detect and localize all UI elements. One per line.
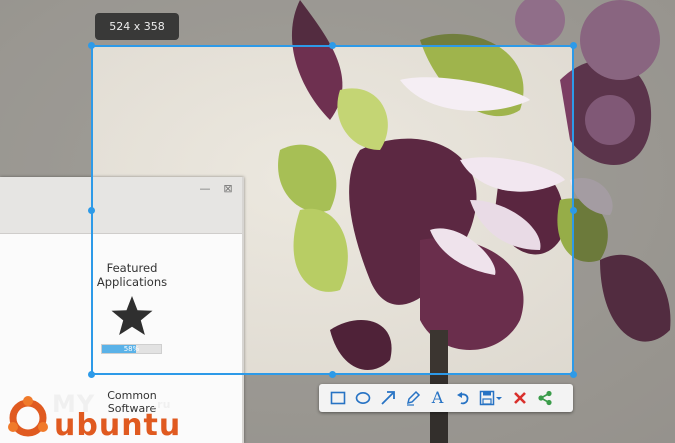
undo-icon <box>456 392 468 405</box>
share-tool[interactable] <box>532 386 557 410</box>
text-icon: A <box>431 388 444 407</box>
share-icon <box>537 390 552 406</box>
ellipse-tool[interactable] <box>350 386 375 410</box>
undo-tool[interactable] <box>450 386 475 410</box>
watermark-logo: MY .ru ubuntu <box>6 390 180 443</box>
resize-handle-bottom-right[interactable] <box>570 371 577 378</box>
rectangle-tool[interactable] <box>325 386 350 410</box>
close-icon <box>513 392 526 404</box>
selection-size-label: 524 x 358 <box>95 13 179 40</box>
rectangle-icon <box>330 391 345 405</box>
pen-tool[interactable] <box>400 386 425 410</box>
arrow-icon <box>380 391 395 405</box>
resize-handle-top[interactable] <box>329 42 336 49</box>
save-tool[interactable] <box>475 386 507 410</box>
resize-handle-top-right[interactable] <box>570 42 577 49</box>
arrow-tool[interactable] <box>375 386 400 410</box>
pen-icon <box>406 390 420 406</box>
ubuntu-circle-icon <box>8 396 48 437</box>
resize-handle-left[interactable] <box>88 207 95 214</box>
ellipse-icon <box>355 392 370 404</box>
resize-handle-bottom-left[interactable] <box>88 371 95 378</box>
cancel-tool[interactable] <box>507 386 532 410</box>
save-icon <box>479 390 502 406</box>
resize-handle-right[interactable] <box>570 207 577 214</box>
logo-ubuntu-text: ubuntu <box>54 408 182 443</box>
selection-rectangle[interactable] <box>91 45 574 375</box>
annotation-toolbar: A <box>319 384 573 412</box>
text-tool[interactable]: A <box>425 386 450 410</box>
resize-handle-bottom[interactable] <box>329 371 336 378</box>
resize-handle-top-left[interactable] <box>88 42 95 49</box>
